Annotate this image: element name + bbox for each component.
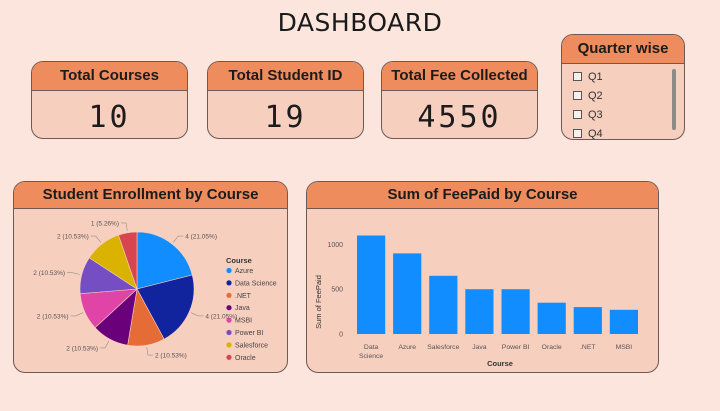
quarter-option-label: Q2 — [588, 89, 603, 102]
legend-marker — [226, 317, 232, 323]
y-tick-label: 500 — [331, 287, 343, 294]
quarter-option-label: Q3 — [588, 108, 603, 121]
bar-oracle[interactable] — [537, 302, 566, 334]
pie-data-label: 2 (10.53%) — [66, 345, 98, 352]
pie-leader-line — [70, 312, 84, 317]
quarter-option-q3[interactable]: Q3 — [562, 105, 684, 124]
quarter-option-label: Q1 — [588, 70, 603, 83]
y-tick-label: 0 — [339, 332, 343, 339]
pie-leader-line — [90, 235, 102, 243]
x-tick-label: Power BI — [502, 344, 530, 351]
x-tick-label: Azure — [398, 344, 416, 351]
legend-item[interactable]: Data Science — [235, 280, 277, 287]
total-fee-label: Total Fee Collected — [382, 62, 537, 91]
legend-marker — [226, 280, 232, 286]
quarter-option-q4[interactable]: Q4 — [562, 124, 684, 140]
feepaid-bar-chart: 0 500 1000 Data Science Azure Salesforce Java P… — [314, 235, 638, 368]
legend-marker — [226, 305, 232, 311]
legend-item[interactable]: .NET — [235, 293, 252, 300]
x-tick-label: Oracle — [542, 344, 562, 351]
bar-java[interactable] — [465, 289, 494, 334]
x-tick-label: MSBI — [616, 344, 633, 351]
x-tick-label: Java — [472, 344, 487, 351]
legend-item[interactable]: Oracle — [235, 355, 256, 362]
pie-leader-line — [190, 312, 204, 317]
enrollment-pie-chart: 4 (21.05%) 4 (21.05%) 2 (10.53%) 2 (10.53%)… — [33, 220, 277, 362]
legend-marker — [226, 329, 232, 336]
bar-salesforce[interactable] — [429, 275, 458, 334]
legend-marker — [226, 292, 232, 298]
bar-msbi[interactable] — [609, 309, 638, 334]
quarter-option-q2[interactable]: Q2 — [562, 86, 684, 105]
pie-data-label: 4 (21.05%) — [205, 313, 237, 320]
total-student-id-label: Total Student ID — [208, 62, 363, 91]
bar-azure[interactable] — [393, 253, 422, 334]
legend-marker — [226, 342, 232, 348]
pie-data-label: 2 (10.53%) — [33, 270, 65, 277]
checkbox-icon[interactable] — [573, 129, 582, 138]
legend-item[interactable]: Java — [235, 305, 250, 312]
pie-data-label: 2 (10.53%) — [57, 234, 89, 241]
total-fee-value: 4550 — [417, 100, 502, 135]
y-tick-label: 1000 — [327, 242, 343, 249]
pie-data-label: 2 (10.53%) — [37, 313, 69, 320]
pie-leader-line — [146, 347, 153, 356]
pie-chart-title: Student Enrollment by Course — [14, 182, 287, 209]
pie-leader-line — [121, 222, 128, 231]
checkbox-icon[interactable] — [573, 72, 582, 81]
checkbox-icon[interactable] — [573, 91, 582, 100]
bar-chart-title: Sum of FeePaid by Course — [307, 182, 658, 209]
quarter-option-q1[interactable]: Q1 — [562, 67, 684, 86]
quarter-option-label: Q4 — [588, 127, 603, 140]
quarter-slicer: Quarter wise Q1 Q2 Q3 Q4 — [561, 34, 685, 140]
x-tick-label: Salesforce — [427, 344, 459, 351]
pie-data-label: 4 (21.05%) — [185, 234, 217, 241]
bar-datascience[interactable] — [357, 235, 386, 335]
page-title: DASHBOARD — [277, 8, 443, 37]
legend-item[interactable]: Power BI — [235, 330, 263, 337]
legend-marker — [226, 267, 232, 274]
enrollment-pie-card: Student Enrollment by Course 4 (21.05%) 4… — [13, 181, 288, 373]
total-courses-value: 10 — [88, 100, 131, 135]
legend-item[interactable]: Azure — [235, 268, 253, 275]
legend-title: Course — [226, 256, 252, 265]
x-tick-label: .NET — [580, 344, 595, 351]
pie-data-label: 1 (5.26%) — [91, 220, 119, 227]
quarter-slicer-title: Quarter wise — [562, 35, 684, 64]
legend-item[interactable]: Salesforce — [235, 342, 268, 349]
x-axis-label: Course — [487, 359, 513, 368]
total-courses-label: Total Courses — [32, 62, 187, 91]
legend-marker — [226, 354, 232, 360]
bar-powerbi[interactable] — [501, 289, 530, 334]
total-student-id-card: Total Student ID 19 — [207, 61, 364, 139]
pie-leader-line — [172, 235, 184, 243]
x-tick-label: Data Science — [359, 344, 383, 360]
total-student-id-value: 19 — [264, 100, 307, 135]
feepaid-bar-card: Sum of FeePaid by Course 0 500 1000 Data Sc… — [306, 181, 659, 373]
legend-item[interactable]: MSBI — [235, 318, 252, 325]
pie-data-label: 2 (10.53%) — [155, 353, 187, 360]
y-axis-label: Sum of FeePaid — [314, 275, 323, 329]
bar-net[interactable] — [573, 307, 602, 334]
pie-leader-line — [100, 340, 110, 349]
total-fee-card: Total Fee Collected 4550 — [381, 61, 538, 139]
slicer-scrollbar[interactable] — [672, 69, 676, 130]
checkbox-icon[interactable] — [573, 110, 582, 119]
total-courses-card: Total Courses 10 — [31, 61, 188, 139]
pie-leader-line — [67, 272, 80, 275]
